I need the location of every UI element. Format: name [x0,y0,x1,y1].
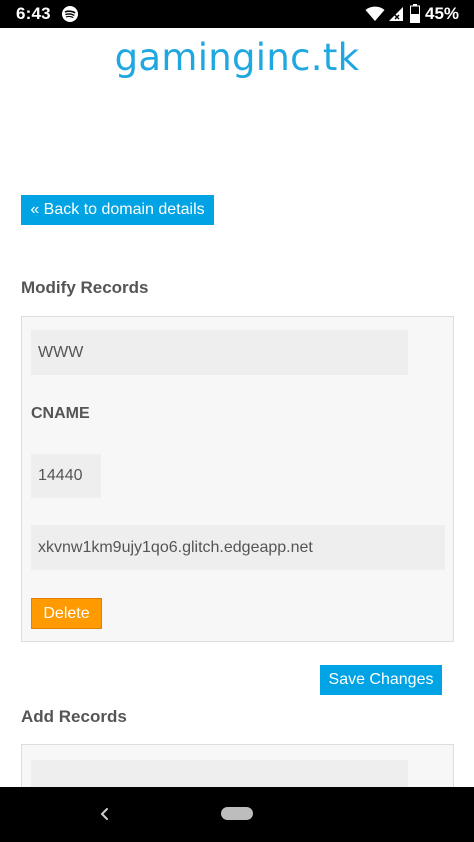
delete-button[interactable]: Delete [31,598,102,629]
modify-records-heading: Modify Records [21,278,149,297]
wifi-icon [365,6,385,21]
spotify-icon [62,6,78,22]
record-type: CNAME [31,405,90,422]
back-to-domain-button[interactable]: « Back to domain details [21,195,214,225]
status-time: 6:43 [16,4,51,23]
battery-percent: 45% [425,4,460,23]
ttl-field[interactable]: 14440 [31,454,101,498]
signal-icon [389,7,403,21]
site-title: gaminginc.tk [114,36,360,79]
save-changes-button[interactable]: Save Changes [320,665,442,695]
navigation-bar [0,787,474,842]
battery-icon [410,4,420,23]
status-bar: 6:43 45% [0,0,474,28]
target-field[interactable]: xkvnw1km9ujy1qo6.glitch.edgeapp.net [31,525,445,570]
home-pill-icon[interactable] [221,807,253,820]
host-field[interactable]: WWW [31,330,408,375]
add-records-heading: Add Records [21,707,127,726]
back-icon[interactable] [94,803,114,825]
record-panel: WWW CNAME 14440 xkvnw1km9ujy1qo6.glitch.… [21,316,454,642]
